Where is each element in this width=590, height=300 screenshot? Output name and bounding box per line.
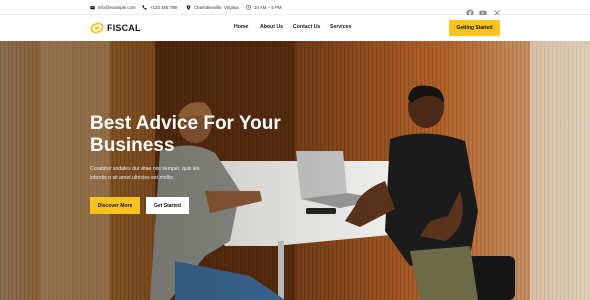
nav-about-us[interactable]: About Us	[260, 24, 283, 30]
email-info[interactable]: info@example.com	[90, 0, 136, 15]
x-twitter-icon[interactable]	[493, 4, 501, 16]
envelope-icon	[90, 6, 95, 10]
email-text: info@example.com	[98, 5, 136, 10]
phone-text: +123 456 789	[150, 5, 177, 10]
logo[interactable]: FISCAL	[90, 21, 141, 35]
main-header: FISCAL Home About Us Contact Us Services…	[0, 15, 590, 41]
clock-icon	[246, 5, 251, 10]
getting-started-button[interactable]: Getting Started	[449, 20, 500, 36]
discover-more-button[interactable]: Discover More	[90, 197, 140, 214]
phone-info[interactable]: +123 456 789	[142, 0, 177, 15]
map-pin-icon	[186, 5, 191, 10]
location-info: Charlottesville, Virginia	[186, 0, 239, 15]
nav-services[interactable]: Services	[330, 24, 351, 30]
hero-overlay	[0, 41, 590, 300]
logo-text: FISCAL	[107, 23, 141, 33]
hero-description: Curabitur sodales dui vitae nisi semper,…	[90, 166, 200, 181]
hours-info: 10 AM – 5 PM	[246, 0, 282, 15]
hours-text: 10 AM – 5 PM	[254, 5, 282, 10]
top-info-bar: info@example.com +123 456 789 Charlottes…	[0, 0, 590, 17]
hero-section: Best Advice For Your Business Curabitur …	[0, 41, 590, 300]
hero-title: Best Advice For Your Business	[90, 113, 281, 156]
get-started-button[interactable]: Get Started	[146, 197, 189, 214]
phone-icon	[142, 5, 147, 10]
logo-icon	[90, 22, 104, 34]
nav-contact-us[interactable]: Contact Us	[293, 24, 320, 30]
facebook-icon[interactable]	[466, 4, 474, 17]
nav-home[interactable]: Home	[234, 24, 248, 30]
location-text: Charlottesville, Virginia	[194, 5, 239, 10]
youtube-icon[interactable]	[479, 4, 487, 15]
